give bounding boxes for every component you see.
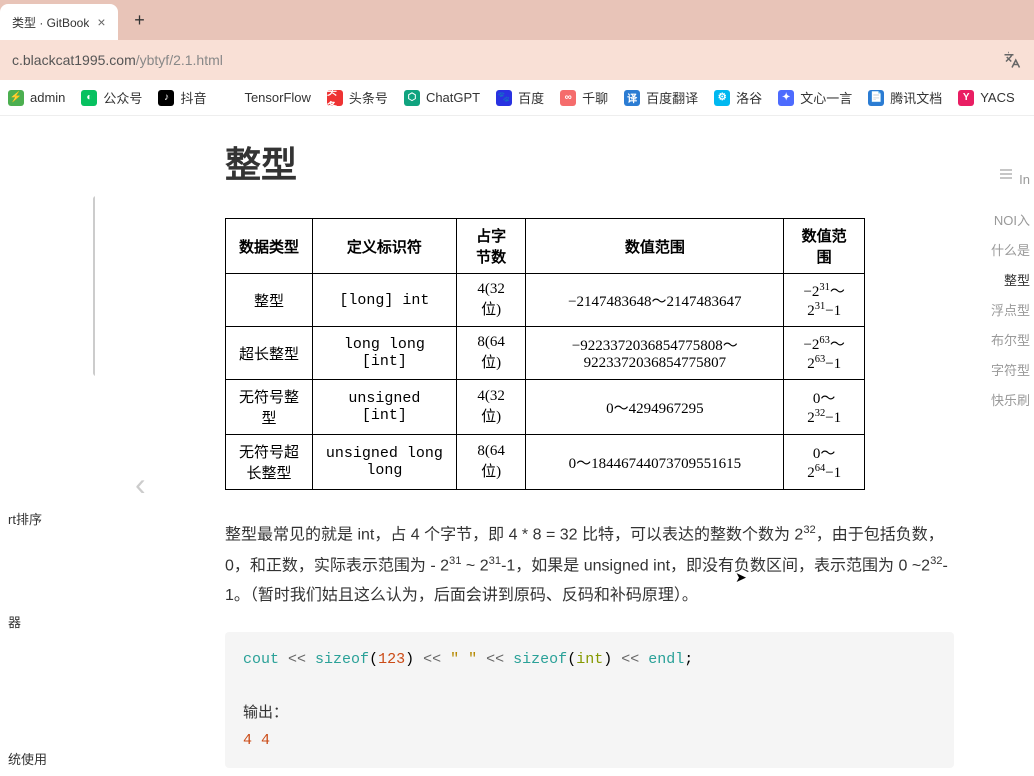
close-icon[interactable]: × <box>97 14 105 30</box>
toc-item[interactable]: In <box>1019 166 1030 193</box>
bookmark-icon: TF <box>222 90 238 106</box>
sidebar-item-sort[interactable]: rt排序 <box>0 503 50 534</box>
toc-item[interactable]: 整型 <box>1004 264 1030 295</box>
bookmark-item[interactable]: ♪ 抖音 <box>158 88 206 107</box>
bookmark-icon: ∞ <box>560 90 576 106</box>
bookmark-icon: 译 <box>624 90 640 106</box>
toc-item[interactable]: 什么是 <box>991 234 1030 265</box>
bookmark-item[interactable]: ∞ 千聊 <box>560 88 608 107</box>
bookmark-icon: 🐾 <box>496 90 512 106</box>
main-content: ‹ 整型 数据类型定义标识符占字节数数值范围数值范围整型[long] int4(… <box>95 116 994 776</box>
sidebar-item-qi[interactable]: 器 <box>0 606 29 637</box>
bookmark-icon: ⚡ <box>8 90 24 106</box>
bookmark-label: ChatGPT <box>426 90 480 105</box>
table-header: 数值范围 <box>526 219 784 274</box>
bookmark-item[interactable]: ◐ 公众号 <box>81 88 142 107</box>
bookmark-label: 文心一言 <box>800 88 852 107</box>
bookmark-item[interactable]: ⬡ ChatGPT <box>404 90 480 106</box>
toc-item[interactable]: 字符型 <box>991 354 1030 385</box>
bookmark-label: 洛谷 <box>736 88 762 107</box>
page-title: 整型 <box>225 136 954 188</box>
bookmark-label: 百度 <box>518 88 544 107</box>
bookmark-label: 公众号 <box>103 88 142 107</box>
bookmark-item[interactable]: TF TensorFlow <box>222 90 310 106</box>
tab-bar: 类型 · GitBook × + <box>0 0 1034 40</box>
bookmark-item[interactable]: 头条头条号 <box>327 88 388 107</box>
bookmark-item[interactable]: 译百度翻译 <box>624 88 698 107</box>
table-header: 数值范围 <box>784 219 865 274</box>
left-sidebar: rt排序 器 统使用 <box>0 116 95 776</box>
bookmark-label: admin <box>30 90 65 105</box>
toc-item[interactable]: 浮点型 <box>991 294 1030 325</box>
url-text: c.blackcat1995.com/ybtyf/2.1.html <box>8 52 1026 68</box>
table-header: 定义标识符 <box>312 219 456 274</box>
table-row: 无符号超长整型unsigned long long8(64位)0～1844674… <box>226 435 865 490</box>
new-tab-button[interactable]: + <box>126 6 154 34</box>
table-header: 占字节数 <box>456 219 525 274</box>
sidebar-item-sys[interactable]: 统使用 <box>0 743 55 774</box>
url-bar[interactable]: c.blackcat1995.com/ybtyf/2.1.html <box>0 40 1034 80</box>
bookmark-item[interactable]: ⚡ admin <box>8 90 65 106</box>
bookmark-label: YACS <box>980 90 1014 105</box>
bookmark-icon: 头条 <box>327 90 343 106</box>
bookmark-icon: ♪ <box>158 90 174 106</box>
paragraph-1: 整型最常见的就是 int，占 4 个字节，即 4 * 8 = 32 比特，可以表… <box>225 520 954 612</box>
bookmark-label: 百度翻译 <box>646 88 698 107</box>
tab-title: 类型 · GitBook <box>12 14 89 31</box>
bookmark-item[interactable]: ✦ 文心一言 <box>778 88 852 107</box>
bookmark-icon: ✦ <box>778 90 794 106</box>
bookmarks-bar: ⚡ admin ◐ 公众号 ♪ 抖音 TF TensorFlow 头条头条号 ⬡ ChatGPT 🐾 百… <box>0 80 1034 116</box>
bookmark-item[interactable]: 🐾 百度 <box>496 88 544 107</box>
bookmark-item[interactable]: ⚙ 洛谷 <box>714 88 762 107</box>
bookmark-icon: ◐ <box>81 90 97 106</box>
table-row: 整型[long] int4(32位)−2147483648～2147483647… <box>226 274 865 327</box>
code-block-1: cout << sizeof(123) << " " << sizeof(int… <box>225 632 954 768</box>
table-row: 无符号整型unsigned [int]4(32位)0～42949672950～2… <box>226 380 865 435</box>
toc-toggle-icon[interactable] <box>998 166 1014 187</box>
type-table: 数据类型定义标识符占字节数数值范围数值范围整型[long] int4(32位)−… <box>225 218 865 490</box>
bookmark-icon: ⚙ <box>714 90 730 106</box>
translate-icon[interactable] <box>1002 50 1022 70</box>
bookmark-item[interactable]: 📄 腾讯文档 <box>868 88 942 107</box>
toc-item[interactable]: NOI入 <box>994 204 1030 235</box>
bookmark-label: 千聊 <box>582 88 608 107</box>
bookmark-item[interactable]: Y YACS <box>958 90 1014 106</box>
table-row: 超长整型long long [int]8(64位)−92233720368547… <box>226 327 865 380</box>
bookmark-label: 腾讯文档 <box>890 88 942 107</box>
toc-item[interactable]: 快乐刷 <box>991 384 1030 415</box>
bookmark-label: 头条号 <box>349 88 388 107</box>
bookmark-icon: Y <box>958 90 974 106</box>
bookmark-icon: ⬡ <box>404 90 420 106</box>
table-header: 数据类型 <box>226 219 313 274</box>
bookmark-icon: 📄 <box>868 90 884 106</box>
toc-item[interactable]: 布尔型 <box>991 324 1030 355</box>
bookmark-label: 抖音 <box>180 88 206 107</box>
browser-tab[interactable]: 类型 · GitBook × <box>0 4 118 40</box>
bookmark-label: TensorFlow <box>244 90 310 105</box>
prev-page-button[interactable]: ‹ <box>135 466 146 503</box>
toc-sidebar: In NOI入什么是整型浮点型布尔型字符型快乐刷 <box>994 116 1034 776</box>
